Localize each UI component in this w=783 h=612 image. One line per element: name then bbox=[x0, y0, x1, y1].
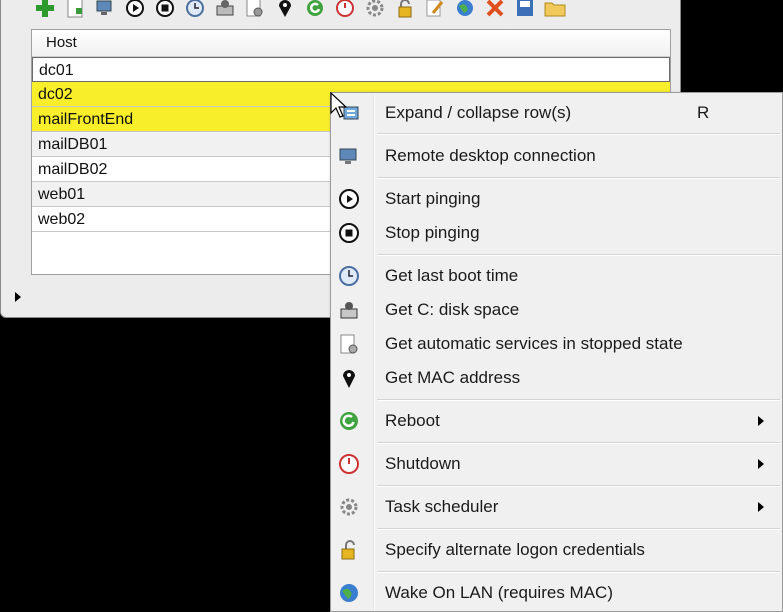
menu-item-alternate-credentials[interactable]: Specify alternate logon credentials bbox=[331, 535, 782, 565]
menu-item-wake-on-lan[interactable]: Wake On LAN (requires MAC) bbox=[331, 578, 782, 608]
globe-icon bbox=[337, 581, 361, 605]
reboot-icon[interactable] bbox=[303, 0, 327, 19]
location-pin-icon[interactable] bbox=[273, 0, 297, 19]
menu-item-disk-space[interactable]: Get C: disk space bbox=[331, 295, 782, 325]
column-header-host[interactable]: Host bbox=[32, 30, 670, 57]
stop-icon bbox=[337, 221, 361, 245]
menu-item-label: Reboot bbox=[385, 411, 440, 430]
add-icon[interactable] bbox=[33, 0, 57, 19]
remote-desktop-icon[interactable] bbox=[93, 0, 117, 19]
mouse-cursor-icon bbox=[330, 92, 348, 118]
menu-separator bbox=[377, 528, 780, 530]
gear-icon[interactable] bbox=[363, 0, 387, 19]
menu-separator bbox=[377, 177, 780, 179]
menu-item-label: Get last boot time bbox=[385, 266, 519, 285]
clock-icon[interactable] bbox=[183, 0, 207, 19]
menu-item-task-scheduler[interactable]: Task scheduler bbox=[331, 492, 782, 522]
menu-item-shortcut: R bbox=[697, 103, 710, 122]
menu-item-label: Task scheduler bbox=[385, 497, 499, 516]
menu-item-label: Wake On LAN (requires MAC) bbox=[385, 583, 613, 602]
play-icon[interactable] bbox=[123, 0, 147, 19]
gear-icon bbox=[337, 495, 361, 519]
menu-item-start-pinging[interactable]: Start pinging bbox=[331, 184, 782, 214]
new-document-icon[interactable] bbox=[63, 0, 87, 19]
globe-icon[interactable] bbox=[453, 0, 477, 19]
menu-item-label: Get MAC address bbox=[385, 368, 521, 387]
menu-item-label: Get C: disk space bbox=[385, 300, 520, 319]
lock-icon bbox=[337, 538, 361, 562]
menu-item-expand-collapse[interactable]: Expand / collapse row(s) R bbox=[331, 98, 782, 128]
menu-item-automatic-services[interactable]: Get automatic services in stopped state bbox=[331, 329, 782, 359]
menu-separator bbox=[377, 442, 780, 444]
clock-icon bbox=[337, 264, 361, 288]
submenu-arrow-icon bbox=[758, 416, 764, 426]
menu-item-mac-address[interactable]: Get MAC address bbox=[331, 363, 782, 393]
location-pin-icon bbox=[337, 366, 361, 390]
menu-item-remote-desktop[interactable]: Remote desktop connection bbox=[331, 141, 782, 171]
edit-icon[interactable] bbox=[423, 0, 447, 19]
delete-icon[interactable] bbox=[483, 0, 507, 19]
menu-item-label: Specify alternate logon credentials bbox=[385, 540, 645, 559]
row-indicator-arrow bbox=[15, 292, 21, 302]
menu-item-stop-pinging[interactable]: Stop pinging bbox=[331, 218, 782, 248]
reboot-icon bbox=[337, 409, 361, 433]
play-icon bbox=[337, 187, 361, 211]
toolbar bbox=[33, 0, 567, 21]
menu-item-label: Expand / collapse row(s) bbox=[385, 103, 572, 122]
menu-separator bbox=[377, 399, 780, 401]
disk-icon[interactable] bbox=[213, 0, 237, 19]
disk-icon bbox=[337, 298, 361, 322]
lock-icon[interactable] bbox=[393, 0, 417, 19]
folder-icon[interactable] bbox=[543, 0, 567, 19]
menu-separator bbox=[377, 254, 780, 256]
menu-separator bbox=[377, 571, 780, 573]
menu-item-label: Remote desktop connection bbox=[385, 146, 596, 165]
context-menu: Expand / collapse row(s) R Remote deskto… bbox=[330, 92, 783, 612]
menu-item-label: Shutdown bbox=[385, 454, 461, 473]
submenu-arrow-icon bbox=[758, 459, 764, 469]
save-icon[interactable] bbox=[513, 0, 537, 19]
menu-item-label: Stop pinging bbox=[385, 223, 480, 242]
menu-item-last-boot-time[interactable]: Get last boot time bbox=[331, 261, 782, 291]
stop-icon[interactable] bbox=[153, 0, 177, 19]
menu-separator bbox=[377, 133, 780, 135]
services-icon[interactable] bbox=[243, 0, 267, 19]
shutdown-icon[interactable] bbox=[333, 0, 357, 19]
menu-separator bbox=[377, 485, 780, 487]
shutdown-icon bbox=[337, 452, 361, 476]
services-icon bbox=[337, 332, 361, 356]
remote-desktop-icon bbox=[337, 144, 361, 168]
menu-item-label: Get automatic services in stopped state bbox=[385, 334, 683, 353]
table-row[interactable]: dc01 bbox=[32, 57, 670, 82]
menu-item-reboot[interactable]: Reboot bbox=[331, 406, 782, 436]
menu-item-label: Start pinging bbox=[385, 189, 481, 208]
submenu-arrow-icon bbox=[758, 502, 764, 512]
menu-item-shutdown[interactable]: Shutdown bbox=[331, 449, 782, 479]
